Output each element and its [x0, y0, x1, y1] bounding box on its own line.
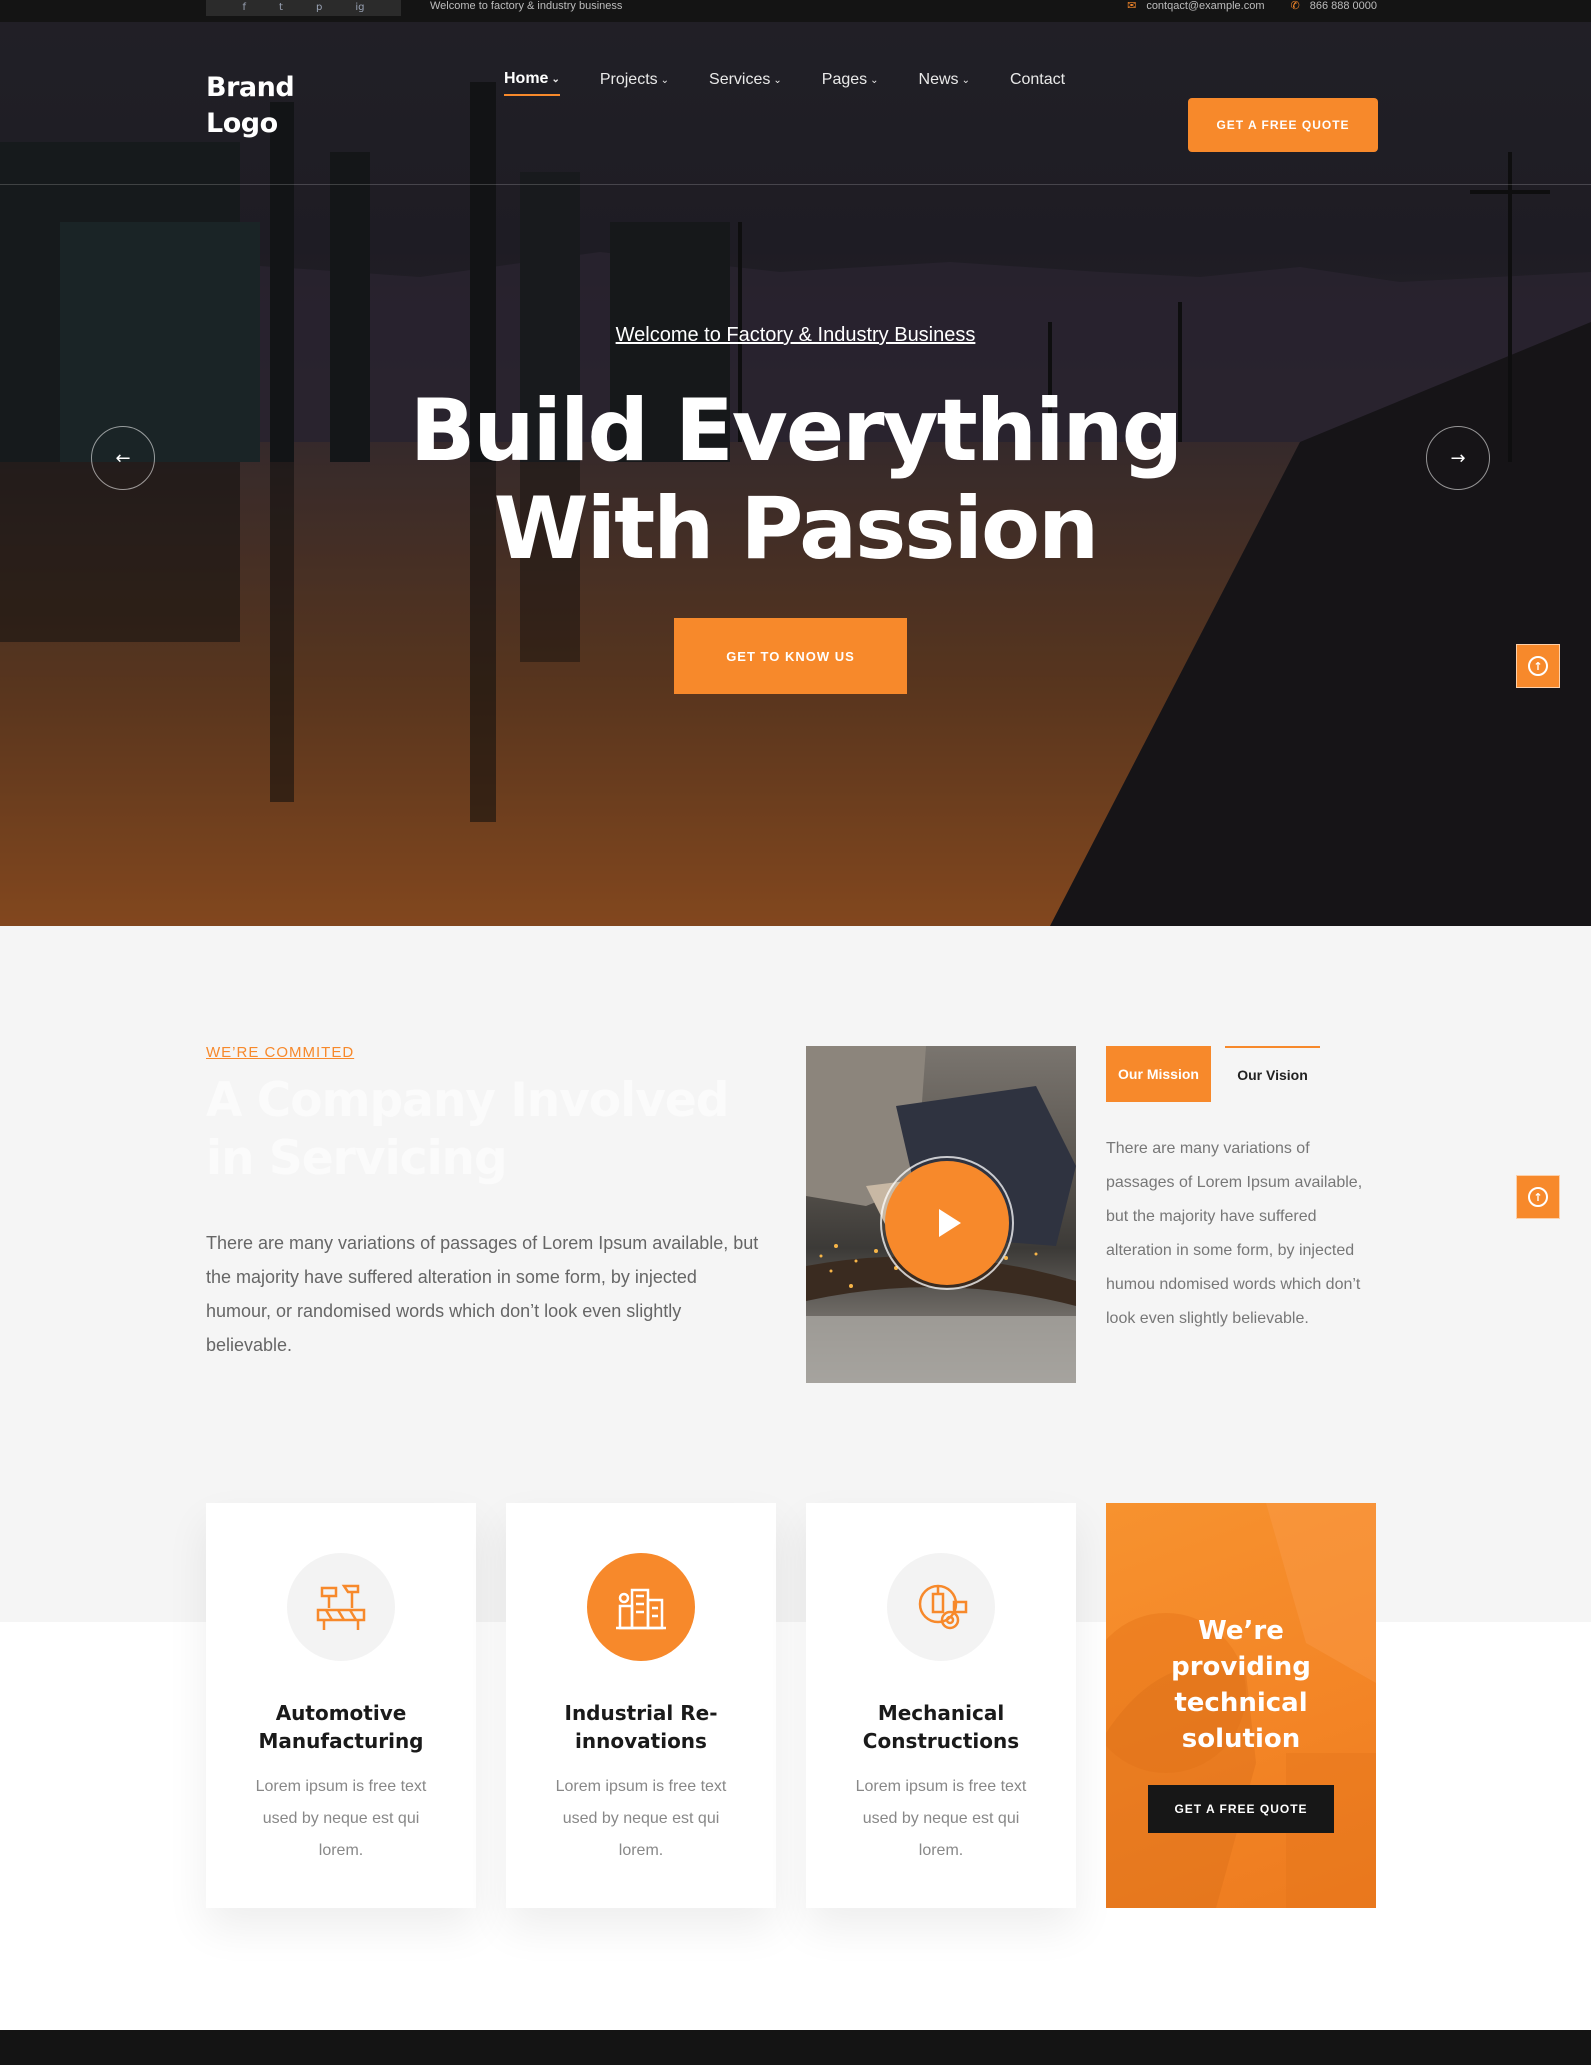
nav-item-pages[interactable]: Pages ⌄ [822, 70, 879, 96]
arrow-right-icon: → [1450, 447, 1466, 469]
page: f t p ig Welcome to factory & industry b… [0, 0, 1591, 2065]
nav-item-label: Projects [599, 71, 658, 88]
hero-title-line-2: With Passion [493, 479, 1100, 579]
slider-prev-button[interactable]: ← [91, 426, 155, 490]
nav-item-services[interactable]: Services ⌄ [709, 70, 782, 96]
email-text: contqact@example.com [1146, 0, 1265, 12]
engineering-gear-icon [887, 1553, 995, 1661]
nav-item-label: News [918, 71, 959, 88]
promo-title: We’re providing technical solution [1171, 1616, 1311, 1754]
service-title: Industrial Re-innovations [564, 1701, 718, 1753]
email-contact[interactable]: ✉ contqact@example.com [1127, 0, 1264, 12]
nav-item-label: Home [504, 70, 549, 87]
tab-our-mission[interactable]: Our Mission [1106, 1046, 1211, 1102]
video-thumbnail[interactable] [806, 1046, 1076, 1383]
tab-content-text: There are many variations of passages of… [1106, 1140, 1363, 1327]
hero-section: Brand Logo Home ⌄ Projects ⌄ Services ⌄ Pag… [0, 22, 1591, 926]
about-text: There are many variations of passages of… [206, 1233, 759, 1355]
chevron-down-icon: ⌄ [961, 74, 970, 86]
nav-item-news[interactable]: News ⌄ [919, 70, 970, 96]
arrow-left-icon: ← [115, 447, 131, 469]
play-icon [939, 1209, 961, 1237]
phone-text: 866 888 0000 [1309, 0, 1377, 12]
main-nav: Home ⌄ Projects ⌄ Services ⌄ Pages ⌄ News ⌄ C… [504, 70, 1105, 96]
promo-card: We’re providing technical solution GET A… [1106, 1503, 1376, 1908]
top-welcome-text: Welcome to factory & industry business [430, 0, 623, 12]
play-button[interactable] [885, 1161, 1009, 1285]
get-to-know-us-button[interactable]: GET TO KNOW US [674, 618, 907, 694]
chevron-down-icon: ⌄ [773, 74, 782, 86]
nav-item-label: Contact [1009, 71, 1066, 88]
hero-title: Build Everything With Passion [0, 382, 1591, 578]
header-divider [0, 184, 1591, 185]
top-contact: ✉ contqact@example.com ✆ 866 888 0000 [1127, 0, 1377, 12]
nav-item-home[interactable]: Home ⌄ [504, 70, 560, 96]
top-bar: f t p ig Welcome to factory & industry b… [0, 0, 1591, 22]
mission-vision-tabs: Our Mission Our Vision [1106, 1046, 1320, 1102]
instagram-icon[interactable]: ig [355, 3, 364, 13]
chevron-down-icon: ⌄ [870, 74, 879, 86]
chevron-down-icon: ⌄ [660, 74, 670, 86]
promo-quote-button[interactable]: GET A FREE QUOTE [1148, 1785, 1334, 1833]
nav-item-label: Pages [821, 71, 868, 88]
facebook-icon[interactable]: f [243, 3, 247, 13]
twitter-icon[interactable]: t [279, 3, 283, 13]
nav-item-projects[interactable]: Projects ⌄ [600, 70, 669, 96]
nav-item-label: Services [709, 71, 771, 88]
hero-title-line-1: Build Everything [409, 381, 1183, 481]
phone-icon: ✆ [1290, 0, 1300, 12]
service-text: Lorem ipsum is free text used by neque e… [555, 1778, 727, 1859]
construction-icon [287, 1553, 395, 1661]
service-card[interactable]: Industrial Re-innovations Lorem ipsum is… [506, 1503, 776, 1908]
about-eyebrow: WE’RE COMMITED [206, 1044, 355, 1061]
city-buildings-icon [587, 1553, 695, 1661]
service-card[interactable]: Automotive Manufacturing Lorem ipsum is … [206, 1503, 476, 1908]
nav-item-contact[interactable]: Contact [1010, 70, 1065, 96]
about-title: A Company Involved in Servicing [206, 1073, 729, 1186]
footer-strip [0, 2030, 1591, 2065]
phone-contact[interactable]: ✆ 866 888 0000 [1290, 0, 1377, 12]
service-text: Lorem ipsum is free text used by neque e… [855, 1778, 1027, 1859]
scroll-to-top-button[interactable]: ↑ [1516, 644, 1560, 688]
social-links: f t p ig [206, 0, 401, 16]
service-text: Lorem ipsum is free text used by neque e… [255, 1778, 427, 1859]
header-quote-button[interactable]: GET A FREE QUOTE [1188, 98, 1378, 152]
hero-subtitle[interactable]: Welcome to Factory & Industry Business [0, 324, 1591, 347]
arrow-up-icon: ↑ [1528, 1187, 1548, 1207]
service-title: Automotive Manufacturing [258, 1701, 424, 1753]
slider-next-button[interactable]: → [1426, 426, 1490, 490]
scroll-to-top-button[interactable]: ↑ [1516, 1175, 1560, 1219]
pinterest-icon[interactable]: p [316, 3, 322, 13]
envelope-icon: ✉ [1127, 0, 1137, 12]
brand-logo[interactable]: Brand Logo [206, 70, 346, 142]
chevron-down-icon: ⌄ [551, 73, 560, 85]
arrow-up-icon: ↑ [1528, 656, 1548, 676]
service-title: Mechanical Constructions [862, 1701, 1020, 1753]
tab-our-vision[interactable]: Our Vision [1225, 1046, 1320, 1102]
service-card[interactable]: Mechanical Constructions Lorem ipsum is … [806, 1503, 1076, 1908]
